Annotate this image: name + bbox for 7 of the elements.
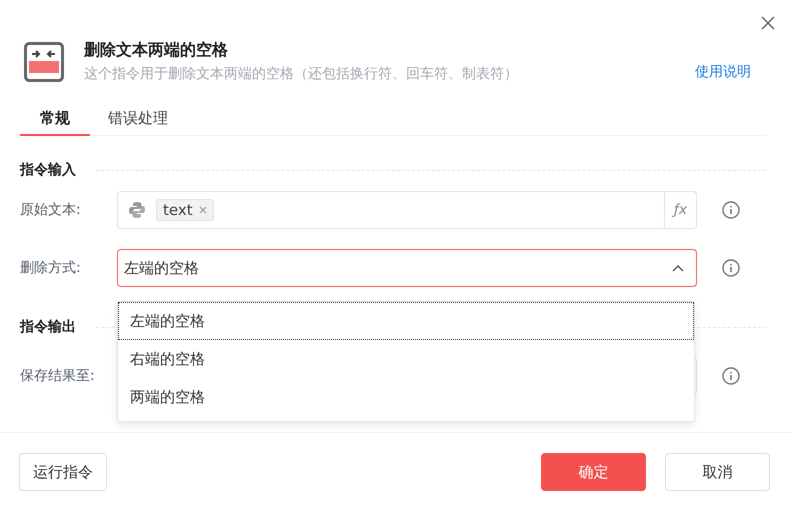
dialog-title: 删除文本两端的空格 <box>84 40 229 61</box>
field-label: 原始文本: <box>20 201 82 219</box>
section-title: 指令输入 <box>20 161 76 179</box>
dialog-description: 这个指令用于删除文本两端的空格（还包括换行符、回车符、制表符） <box>84 65 519 83</box>
section-title: 指令输出 <box>20 318 76 336</box>
field-label: 删除方式: <box>20 259 82 277</box>
field-label: 保存结果至: <box>20 367 96 385</box>
